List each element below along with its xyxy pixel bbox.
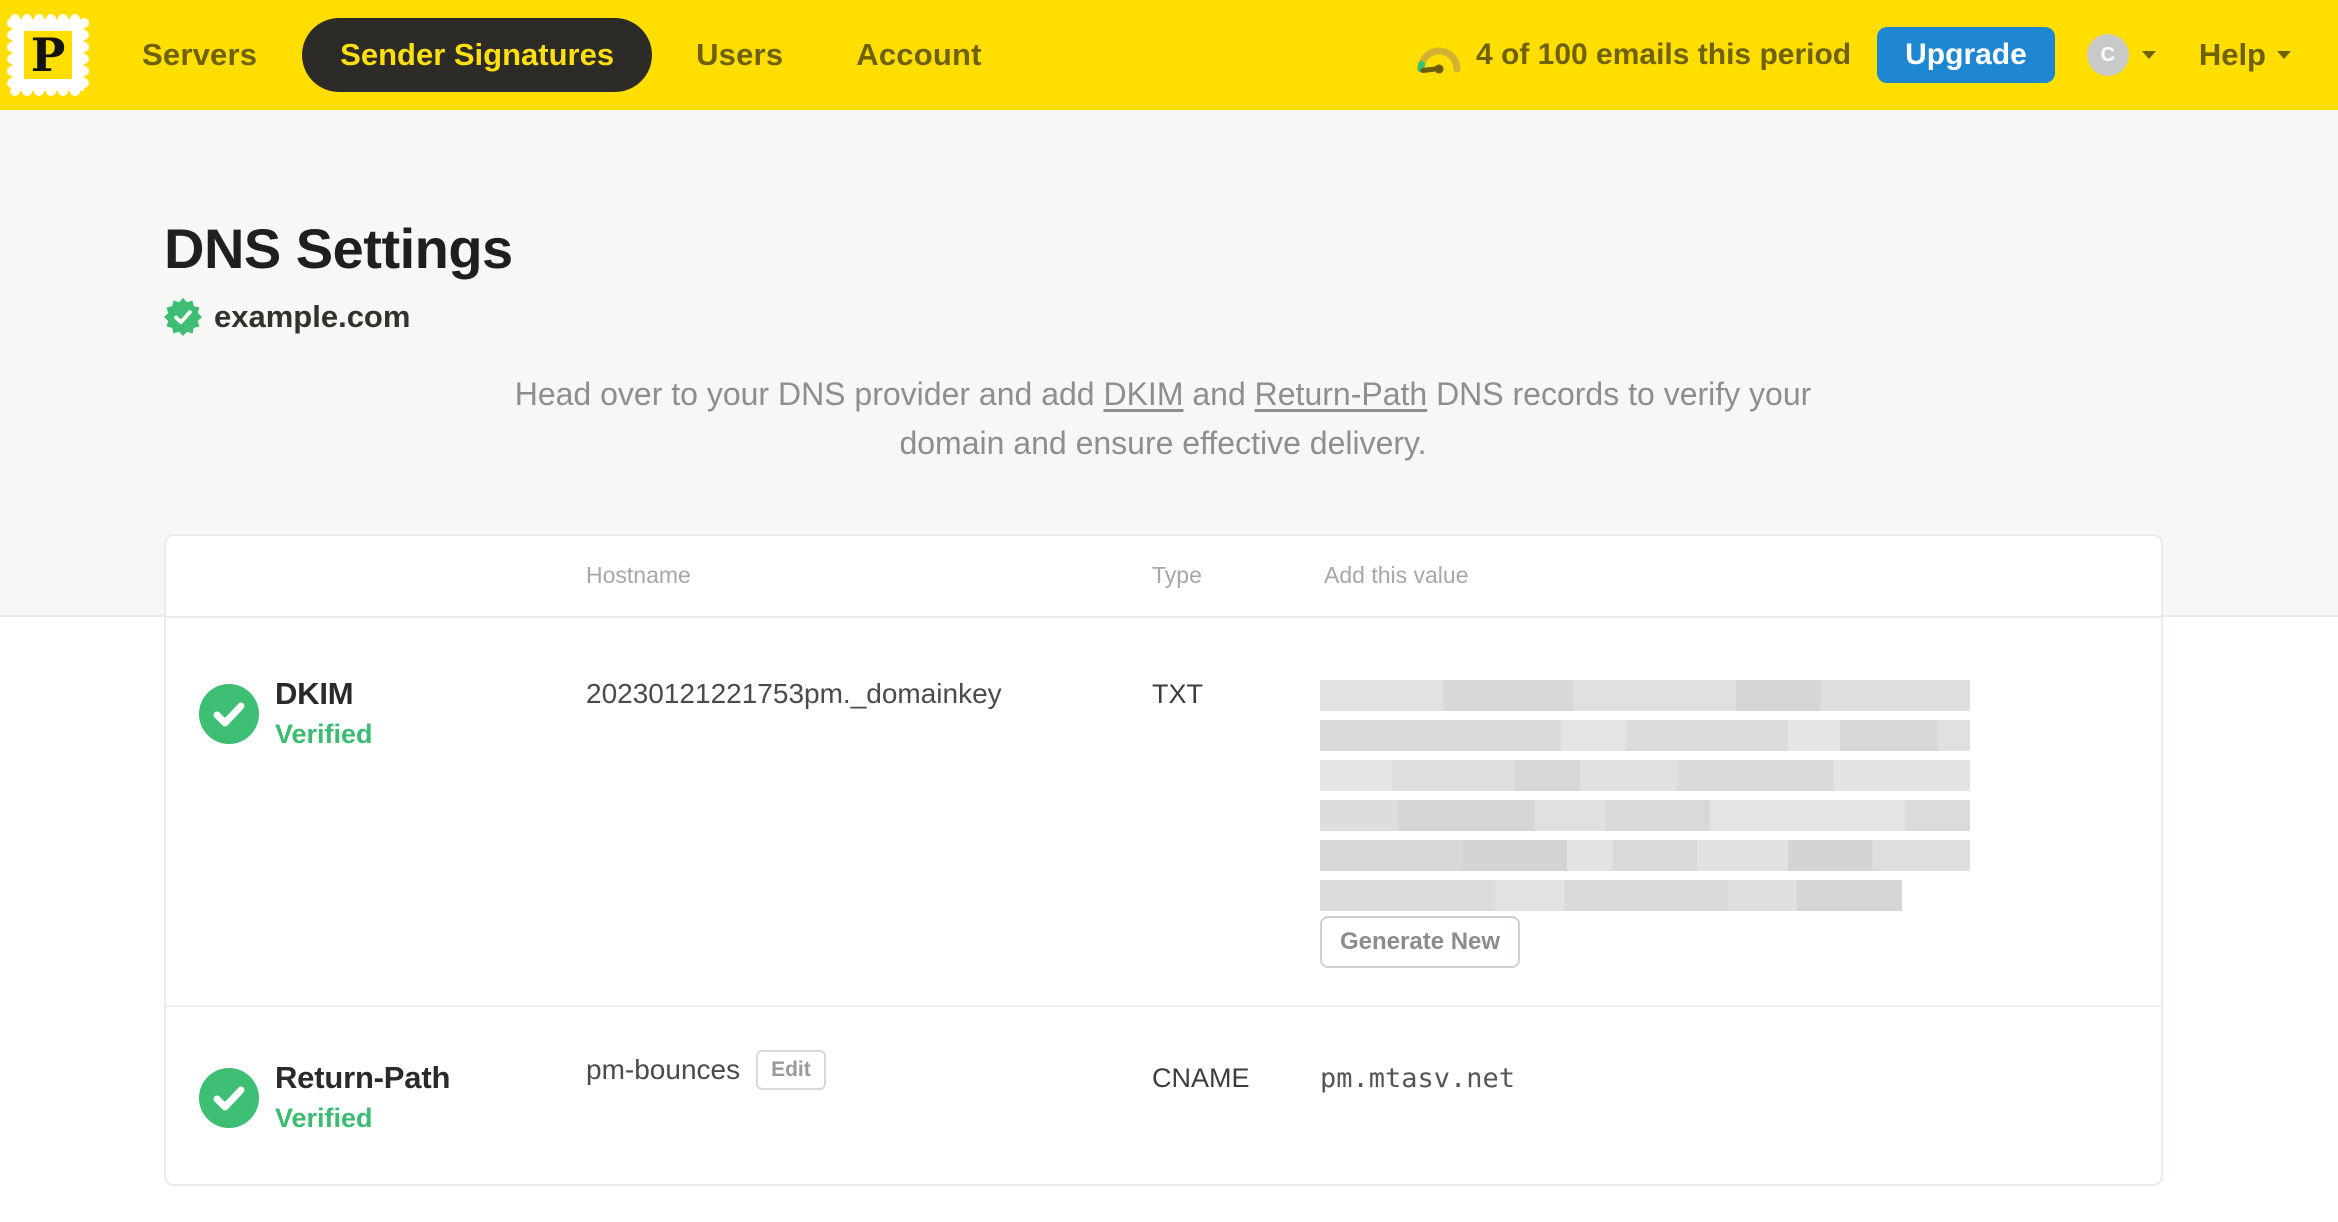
status-badge: Verified bbox=[275, 1103, 373, 1133]
usage-counter: 4 of 100 emails this period bbox=[1475, 38, 1852, 71]
edit-button[interactable]: Edit bbox=[756, 1050, 826, 1090]
record-name: DKIM bbox=[275, 676, 354, 711]
dkim-link[interactable]: DKIM bbox=[1103, 376, 1183, 412]
postmark-logo-icon[interactable]: P bbox=[6, 12, 90, 98]
avatar[interactable]: C bbox=[2086, 34, 2129, 76]
return-path-record-type: CNAME bbox=[1152, 1063, 1250, 1093]
generate-new-button[interactable]: Generate New bbox=[1320, 916, 1521, 968]
brand-letter: P bbox=[31, 28, 66, 82]
dns-records-card: Hostname Type Add this value DKIM Verifi… bbox=[164, 534, 2163, 1186]
dkim-redacted-value bbox=[1320, 680, 1970, 920]
verified-check-icon bbox=[199, 1068, 259, 1128]
column-header-type: Type bbox=[1152, 562, 1202, 588]
return-path-hostname-group: pm-bounces Edit bbox=[586, 1050, 826, 1090]
verified-check-icon bbox=[199, 684, 259, 744]
domain-name: example.com bbox=[214, 299, 411, 334]
chevron-down-icon bbox=[2277, 51, 2291, 59]
return-path-hostname: pm-bounces bbox=[586, 1054, 741, 1085]
dkim-status: DKIM Verified bbox=[199, 676, 373, 750]
return-path-value: pm.mtasv.net bbox=[1320, 1063, 1516, 1094]
page-description: Head over to your DNS provider and add D… bbox=[513, 370, 1813, 467]
redacted-bar bbox=[1320, 880, 1902, 911]
return-path-status: Return-Path Verified bbox=[199, 1060, 450, 1134]
verified-seal-icon bbox=[164, 298, 202, 336]
row-divider bbox=[166, 1005, 2161, 1007]
redacted-bar bbox=[1320, 800, 1970, 831]
dkim-record-type: TXT bbox=[1152, 679, 1203, 709]
record-name: Return-Path bbox=[275, 1060, 451, 1095]
table-header-row: Hostname Type Add this value bbox=[166, 536, 2161, 618]
redacted-bar bbox=[1320, 760, 1970, 791]
column-header-hostname: Hostname bbox=[586, 562, 691, 588]
dkim-hostname: 20230121221753pm._domainkey bbox=[586, 678, 1002, 709]
page-title: DNS Settings bbox=[164, 217, 513, 280]
help-menu[interactable]: Help bbox=[2199, 37, 2292, 73]
nav-item-sender-signatures[interactable]: Sender Signatures bbox=[302, 18, 653, 92]
nav-item-servers[interactable]: Servers bbox=[142, 37, 257, 73]
description-text: and bbox=[1183, 376, 1255, 412]
return-path-link[interactable]: Return-Path bbox=[1255, 376, 1428, 412]
help-label: Help bbox=[2198, 37, 2266, 72]
redacted-bar bbox=[1320, 720, 1970, 751]
redacted-bar bbox=[1320, 840, 1970, 871]
chevron-down-icon bbox=[2141, 51, 2156, 59]
status-badge: Verified bbox=[275, 719, 373, 749]
column-header-value: Add this value bbox=[1324, 562, 1469, 588]
account-menu[interactable]: C bbox=[2086, 34, 2157, 76]
usage-gauge-icon bbox=[1417, 47, 1461, 74]
domain-row: example.com bbox=[164, 298, 410, 336]
nav-item-users[interactable]: Users bbox=[696, 37, 783, 73]
nav-item-account[interactable]: Account bbox=[856, 37, 981, 73]
upgrade-button[interactable]: Upgrade bbox=[1877, 27, 2055, 83]
description-text: Head over to your DNS provider and add bbox=[514, 376, 1104, 412]
redacted-bar bbox=[1320, 680, 1970, 711]
top-navbar: P Servers Sender Signatures Users Accoun… bbox=[0, 0, 2338, 110]
